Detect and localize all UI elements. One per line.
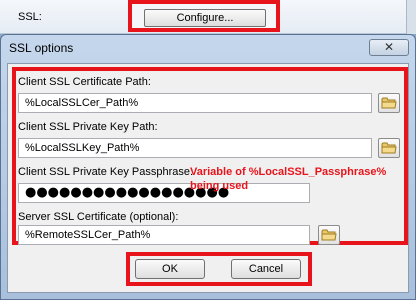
parent-window-edge <box>406 0 416 34</box>
annotation-note: Variable of %LocalSSL_Passphrase% being … <box>190 165 400 193</box>
server-cert-browse-button[interactable] <box>318 225 340 245</box>
close-icon: ✕ <box>383 40 395 54</box>
client-key-browse-button[interactable] <box>378 138 400 158</box>
client-cert-label: Client SSL Certificate Path: <box>18 76 151 88</box>
folder-icon <box>321 229 337 241</box>
folder-icon <box>381 97 397 109</box>
dialog-title: SSL options <box>9 41 74 55</box>
client-key-input[interactable]: %LocalSSLKey_Path% <box>18 138 372 158</box>
folder-icon <box>381 142 397 154</box>
ok-button[interactable]: OK <box>135 259 205 279</box>
client-key-label: Client SSL Private Key Path: <box>18 121 158 133</box>
configure-button[interactable]: Configure... <box>144 9 266 27</box>
title-bar[interactable]: SSL options ✕ <box>1 35 415 61</box>
parent-window-strip: SSL: Configure... <box>0 0 416 34</box>
annotation-line-1: Variable of %LocalSSL_Passphrase% <box>190 166 387 178</box>
client-cert-input[interactable]: %LocalSSLCer_Path% <box>18 93 372 113</box>
close-button[interactable]: ✕ <box>369 39 409 56</box>
cancel-button[interactable]: Cancel <box>231 259 301 279</box>
server-cert-input[interactable]: %RemoteSSLCer_Path% <box>18 225 310 245</box>
client-cert-browse-button[interactable] <box>378 93 400 113</box>
configure-highlight-box: Configure... <box>128 0 280 32</box>
annotation-line-2: being used <box>190 180 249 192</box>
server-cert-label: Server SSL Certificate (optional): <box>18 211 179 223</box>
ssl-label: SSL: <box>18 11 42 23</box>
passphrase-label: Client SSL Private Key Passphrase: <box>18 166 194 178</box>
